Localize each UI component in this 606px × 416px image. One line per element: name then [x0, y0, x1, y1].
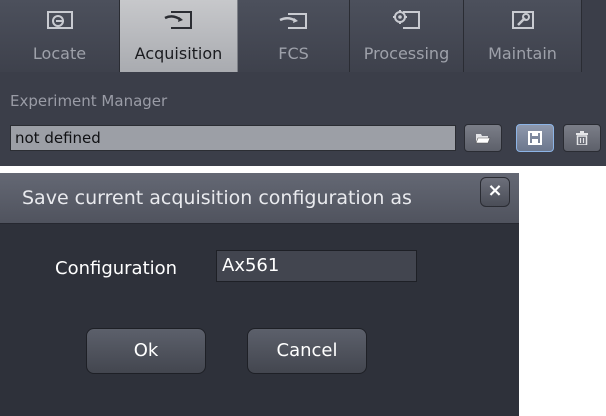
tab-maintain[interactable]: Maintain [464, 0, 582, 72]
tab-processing[interactable]: Processing [350, 0, 464, 72]
close-button[interactable]: × [480, 177, 510, 207]
tab-locate[interactable]: Locate [0, 0, 120, 72]
tab-label: FCS [278, 44, 309, 63]
trash-icon [576, 131, 588, 145]
ok-button[interactable]: Ok [86, 328, 206, 374]
maintain-icon [511, 11, 534, 29]
delete-experiment-button[interactable] [563, 124, 601, 152]
fcs-icon [278, 13, 307, 29]
acquisition-icon [163, 11, 192, 29]
tab-fcs[interactable]: FCS [238, 0, 350, 72]
open-experiment-button[interactable] [464, 124, 502, 152]
tab-label: Processing [363, 44, 450, 63]
save-configuration-dialog: Save current acquisition configuration a… [0, 173, 519, 416]
save-disk-icon [528, 131, 542, 145]
tab-bar: Locate Acquisition FCS Processing Mainta… [0, 0, 606, 72]
dialog-title: Save current acquisition configuration a… [22, 187, 412, 209]
dialog-titlebar[interactable]: Save current acquisition configuration a… [0, 173, 519, 224]
folder-open-icon [475, 134, 491, 144]
tab-label: Locate [32, 44, 87, 63]
save-experiment-button[interactable] [516, 124, 554, 152]
tab-label: Acquisition [134, 44, 223, 63]
tab-acquisition[interactable]: Acquisition [120, 0, 238, 72]
main-panel: Locate Acquisition FCS Processing Mainta… [0, 0, 606, 166]
processing-icon [392, 10, 420, 29]
experiment-select[interactable]: not defined [10, 125, 456, 151]
locate-icon [46, 11, 73, 29]
configuration-label: Configuration [55, 258, 178, 279]
experiment-manager-title: Experiment Manager [10, 92, 168, 110]
tab-label: Maintain [488, 44, 557, 63]
cancel-button[interactable]: Cancel [247, 328, 367, 374]
configuration-name-input[interactable]: Ax561 [216, 250, 417, 282]
